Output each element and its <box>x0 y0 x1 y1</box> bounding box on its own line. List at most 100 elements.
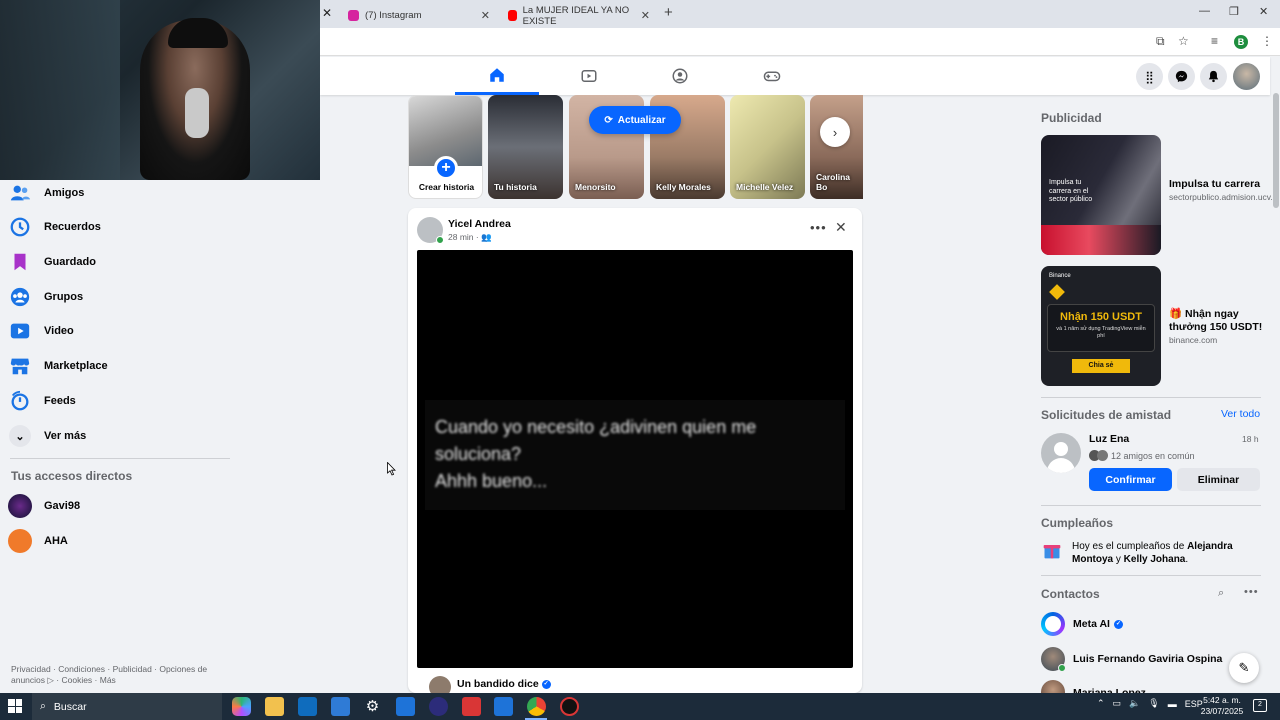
browser-tab-youtube[interactable]: La MUJER IDEAL YA NO EXISTE ✕ <box>500 3 658 28</box>
post-author[interactable]: Un bandido dice ✓ <box>457 678 551 690</box>
chrome-icon[interactable] <box>527 697 546 716</box>
friends-icon <box>8 181 32 205</box>
page-scrollbar[interactable] <box>1272 57 1280 693</box>
story-card[interactable]: Tu historia <box>488 95 563 199</box>
post-video[interactable]: Cuando yo necesito ¿adivinen quien me so… <box>417 250 853 668</box>
sidebar-item-label: Amigos <box>44 187 85 199</box>
sidebar-item-memories[interactable]: Recuerdos <box>8 211 248 243</box>
windows-start-icon[interactable] <box>8 699 22 713</box>
divider <box>1041 397 1261 398</box>
see-all-link[interactable]: Ver todo <box>1221 408 1260 420</box>
shortcuts-heading: Tus accesos directos <box>11 469 133 483</box>
profile-avatar[interactable]: B <box>1234 35 1248 49</box>
story-card[interactable]: Carolina Bo <box>810 95 863 199</box>
close-icon[interactable]: ✕ <box>835 219 847 236</box>
shortcut-item[interactable]: AHA <box>8 525 248 557</box>
tab-close-icon[interactable]: ✕ <box>481 9 490 22</box>
confirm-button[interactable]: Confirmar <box>1089 468 1172 491</box>
story-card[interactable]: Michelle Velez <box>730 95 805 199</box>
ad-subtext: và 1 năm sử dụng TradingView miễn phí <box>1056 326 1146 339</box>
verified-badge-icon: ✓ <box>1113 619 1123 629</box>
contact-item[interactable]: Mariana Lopez <box>1041 680 1146 693</box>
sidebar-item-marketplace[interactable]: Marketplace <box>8 350 248 382</box>
clock[interactable]: 5:42 a. m. 23/07/2025 <box>1200 695 1244 717</box>
messenger-button[interactable] <box>1168 63 1195 90</box>
avatar[interactable] <box>417 217 444 244</box>
shortcut-item[interactable]: Gavi98 <box>8 490 248 522</box>
copilot-icon[interactable] <box>232 697 251 716</box>
tab-gaming[interactable] <box>730 57 814 95</box>
sidebar-item-feeds[interactable]: Feeds <box>8 385 248 417</box>
file-explorer-icon[interactable] <box>265 697 284 716</box>
mic-icon[interactable]: 🎙 <box>1148 698 1159 709</box>
birthday-name[interactable]: Kelly Johana <box>1124 554 1186 565</box>
online-indicator <box>436 236 444 244</box>
search-icon[interactable]: ⌕ <box>1218 587 1224 600</box>
story-create[interactable]: + Crear historia <box>408 95 483 199</box>
app-icon[interactable] <box>429 697 448 716</box>
app-icon[interactable] <box>462 697 481 716</box>
more-options-icon[interactable]: ••• <box>1244 586 1259 598</box>
feeds-icon <box>8 389 32 413</box>
sidebar-item-video[interactable]: Video <box>8 315 248 347</box>
media-control-icon[interactable]: ≡ <box>1211 34 1218 48</box>
bookmark-star-icon[interactable]: ☆ <box>1178 34 1189 48</box>
ad-title[interactable]: 🎁 Nhận ngay thưởng 150 USDT! <box>1169 308 1274 334</box>
restore-icon[interactable]: ❐ <box>1229 5 1239 18</box>
volume-icon[interactable]: 🔈 <box>1129 698 1140 709</box>
sidebar-item-see-more[interactable]: ⌄ Ver más <box>8 420 248 452</box>
minimize-icon[interactable]: — <box>1199 5 1210 17</box>
delete-button[interactable]: Eliminar <box>1177 468 1260 491</box>
avatar[interactable] <box>1041 433 1081 473</box>
requester-name[interactable]: Luz Ena <box>1089 433 1129 445</box>
menu-dots-icon[interactable]: ⋮ <box>1261 34 1273 48</box>
sidebar-item-label: Marketplace <box>44 360 108 372</box>
groups-icon <box>8 285 32 309</box>
window-close-icon[interactable]: ✕ <box>1259 5 1268 18</box>
obs-icon[interactable] <box>560 697 579 716</box>
network-icon[interactable]: ▭ <box>1113 698 1122 709</box>
system-tray: ⌃ ▭ 🔈 🎙 ▬ ESP <box>1097 698 1203 709</box>
contact-item[interactable]: Meta AI ✓ <box>1041 610 1123 638</box>
bell-icon <box>1208 70 1219 83</box>
ad-image[interactable]: Impulsa tu carrera en el sector público <box>1041 135 1161 255</box>
sidebar-item-friends[interactable]: Amigos <box>8 177 248 209</box>
tab-close-icon[interactable]: ✕ <box>641 9 650 22</box>
app-icon[interactable] <box>494 697 513 716</box>
gift-icon <box>1043 545 1061 559</box>
tab-groups[interactable] <box>638 57 722 95</box>
taskbar-search[interactable]: ⌕ Buscar <box>32 693 222 720</box>
notification-center-icon[interactable]: 2 <box>1253 699 1267 712</box>
contact-item[interactable]: Luis Fernando Gaviria Ospina <box>1041 645 1222 673</box>
sidebar-item-groups[interactable]: Grupos <box>8 281 248 313</box>
new-tab-icon[interactable]: + <box>664 4 673 21</box>
ad-title[interactable]: Impulsa tu carrera <box>1169 178 1269 191</box>
app-icon[interactable] <box>396 697 415 716</box>
scrollbar-thumb[interactable] <box>1273 93 1279 208</box>
instagram-icon <box>348 10 359 21</box>
update-button[interactable]: ⟳ Actualizar <box>589 106 681 134</box>
account-avatar[interactable] <box>1233 63 1260 90</box>
browser-tab-instagram[interactable]: (7) Instagram ✕ <box>340 3 498 28</box>
tab-video[interactable] <box>547 57 631 95</box>
settings-gear-icon[interactable]: ⚙ <box>363 697 382 716</box>
ad-headline: Nhận 150 USDT <box>1060 311 1142 323</box>
outlook-icon[interactable] <box>298 697 317 716</box>
store-icon[interactable] <box>331 697 350 716</box>
sidebar-item-saved[interactable]: Guardado <box>8 246 248 278</box>
tab-title: (7) Instagram <box>365 10 422 21</box>
ad-image[interactable]: Binance Nhận 150 USDT và 1 năm sử dụng T… <box>1041 266 1161 386</box>
new-message-button[interactable]: ✎ <box>1229 653 1259 683</box>
post-author[interactable]: Yicel Andrea <box>448 218 511 230</box>
notifications-button[interactable] <box>1200 63 1227 90</box>
close-icon[interactable]: ✕ <box>322 6 332 20</box>
battery-icon[interactable]: ▬ <box>1168 699 1177 709</box>
menu-grid-button[interactable]: ⣿ <box>1136 63 1163 90</box>
footer-links[interactable]: Privacidad · Condiciones · Publicidad · … <box>11 664 221 686</box>
more-options-icon[interactable]: ••• <box>810 220 827 235</box>
tab-home[interactable] <box>455 57 539 95</box>
stories-next-button[interactable]: › <box>820 117 850 147</box>
install-app-icon[interactable]: ⧉ <box>1156 34 1165 49</box>
divider <box>1041 505 1261 506</box>
chevron-up-icon[interactable]: ⌃ <box>1097 698 1105 709</box>
